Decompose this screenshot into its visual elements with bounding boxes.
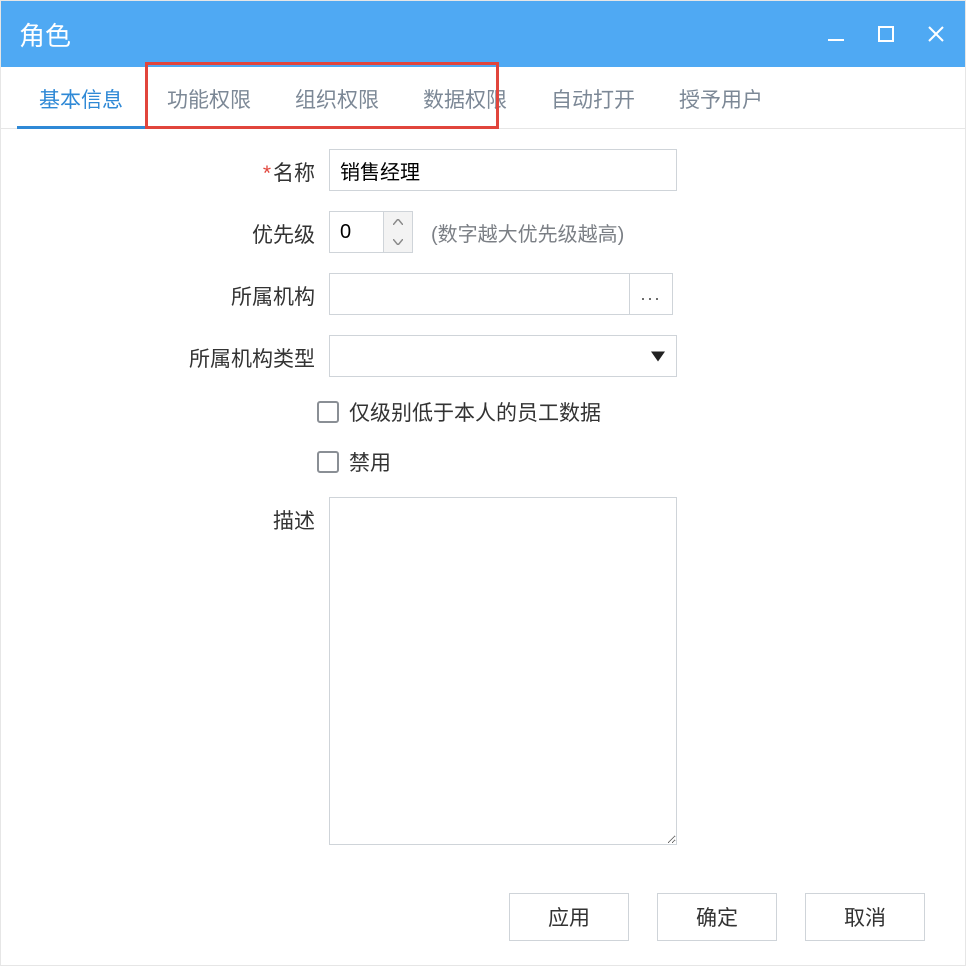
dialog-footer: 应用 确定 取消 [1, 875, 965, 941]
priority-hint: (数字越大优先级越高) [431, 218, 624, 247]
name-label: *名称 [19, 149, 329, 187]
form-area: *名称 优先级 (数字越 [1, 129, 965, 875]
disabled-label: 禁用 [349, 447, 391, 477]
name-input[interactable] [329, 149, 677, 191]
ok-button[interactable]: 确定 [657, 893, 777, 941]
disabled-checkbox[interactable] [317, 451, 339, 473]
tab-grant-users[interactable]: 授予用户 [657, 70, 785, 128]
tab-org-perm[interactable]: 组织权限 [273, 70, 401, 128]
lower-level-only-label: 仅级别低于本人的员工数据 [349, 397, 601, 427]
cancel-button[interactable]: 取消 [805, 893, 925, 941]
minimize-icon[interactable] [825, 23, 847, 45]
chevron-down-icon[interactable] [384, 232, 412, 252]
close-icon[interactable] [925, 23, 947, 45]
chevron-up-icon[interactable] [384, 212, 412, 232]
role-dialog: 角色 基本信息 功能权限 组织权限 数据权限 自动打开 授予用户 *名称 [0, 0, 966, 966]
priority-stepper[interactable] [383, 211, 413, 253]
apply-button[interactable]: 应用 [509, 893, 629, 941]
org-type-select[interactable] [329, 335, 677, 377]
lower-level-only-checkbox[interactable] [317, 401, 339, 423]
titlebar: 角色 [1, 1, 965, 67]
tabs-bar: 基本信息 功能权限 组织权限 数据权限 自动打开 授予用户 [1, 67, 965, 129]
window-controls [825, 23, 947, 45]
tab-auto-open[interactable]: 自动打开 [529, 70, 657, 128]
window-title: 角色 [19, 16, 71, 53]
desc-label: 描述 [19, 497, 329, 535]
desc-textarea[interactable] [329, 497, 677, 845]
org-type-label: 所属机构类型 [19, 335, 329, 373]
tab-data-perm[interactable]: 数据权限 [401, 70, 529, 128]
maximize-icon[interactable] [875, 23, 897, 45]
org-input[interactable] [329, 273, 629, 315]
tab-function-perm[interactable]: 功能权限 [145, 70, 273, 128]
priority-label: 优先级 [19, 211, 329, 249]
priority-input[interactable] [329, 211, 383, 253]
org-browse-button[interactable]: ... [629, 273, 673, 315]
org-label: 所属机构 [19, 273, 329, 311]
tab-basic-info[interactable]: 基本信息 [17, 70, 145, 128]
